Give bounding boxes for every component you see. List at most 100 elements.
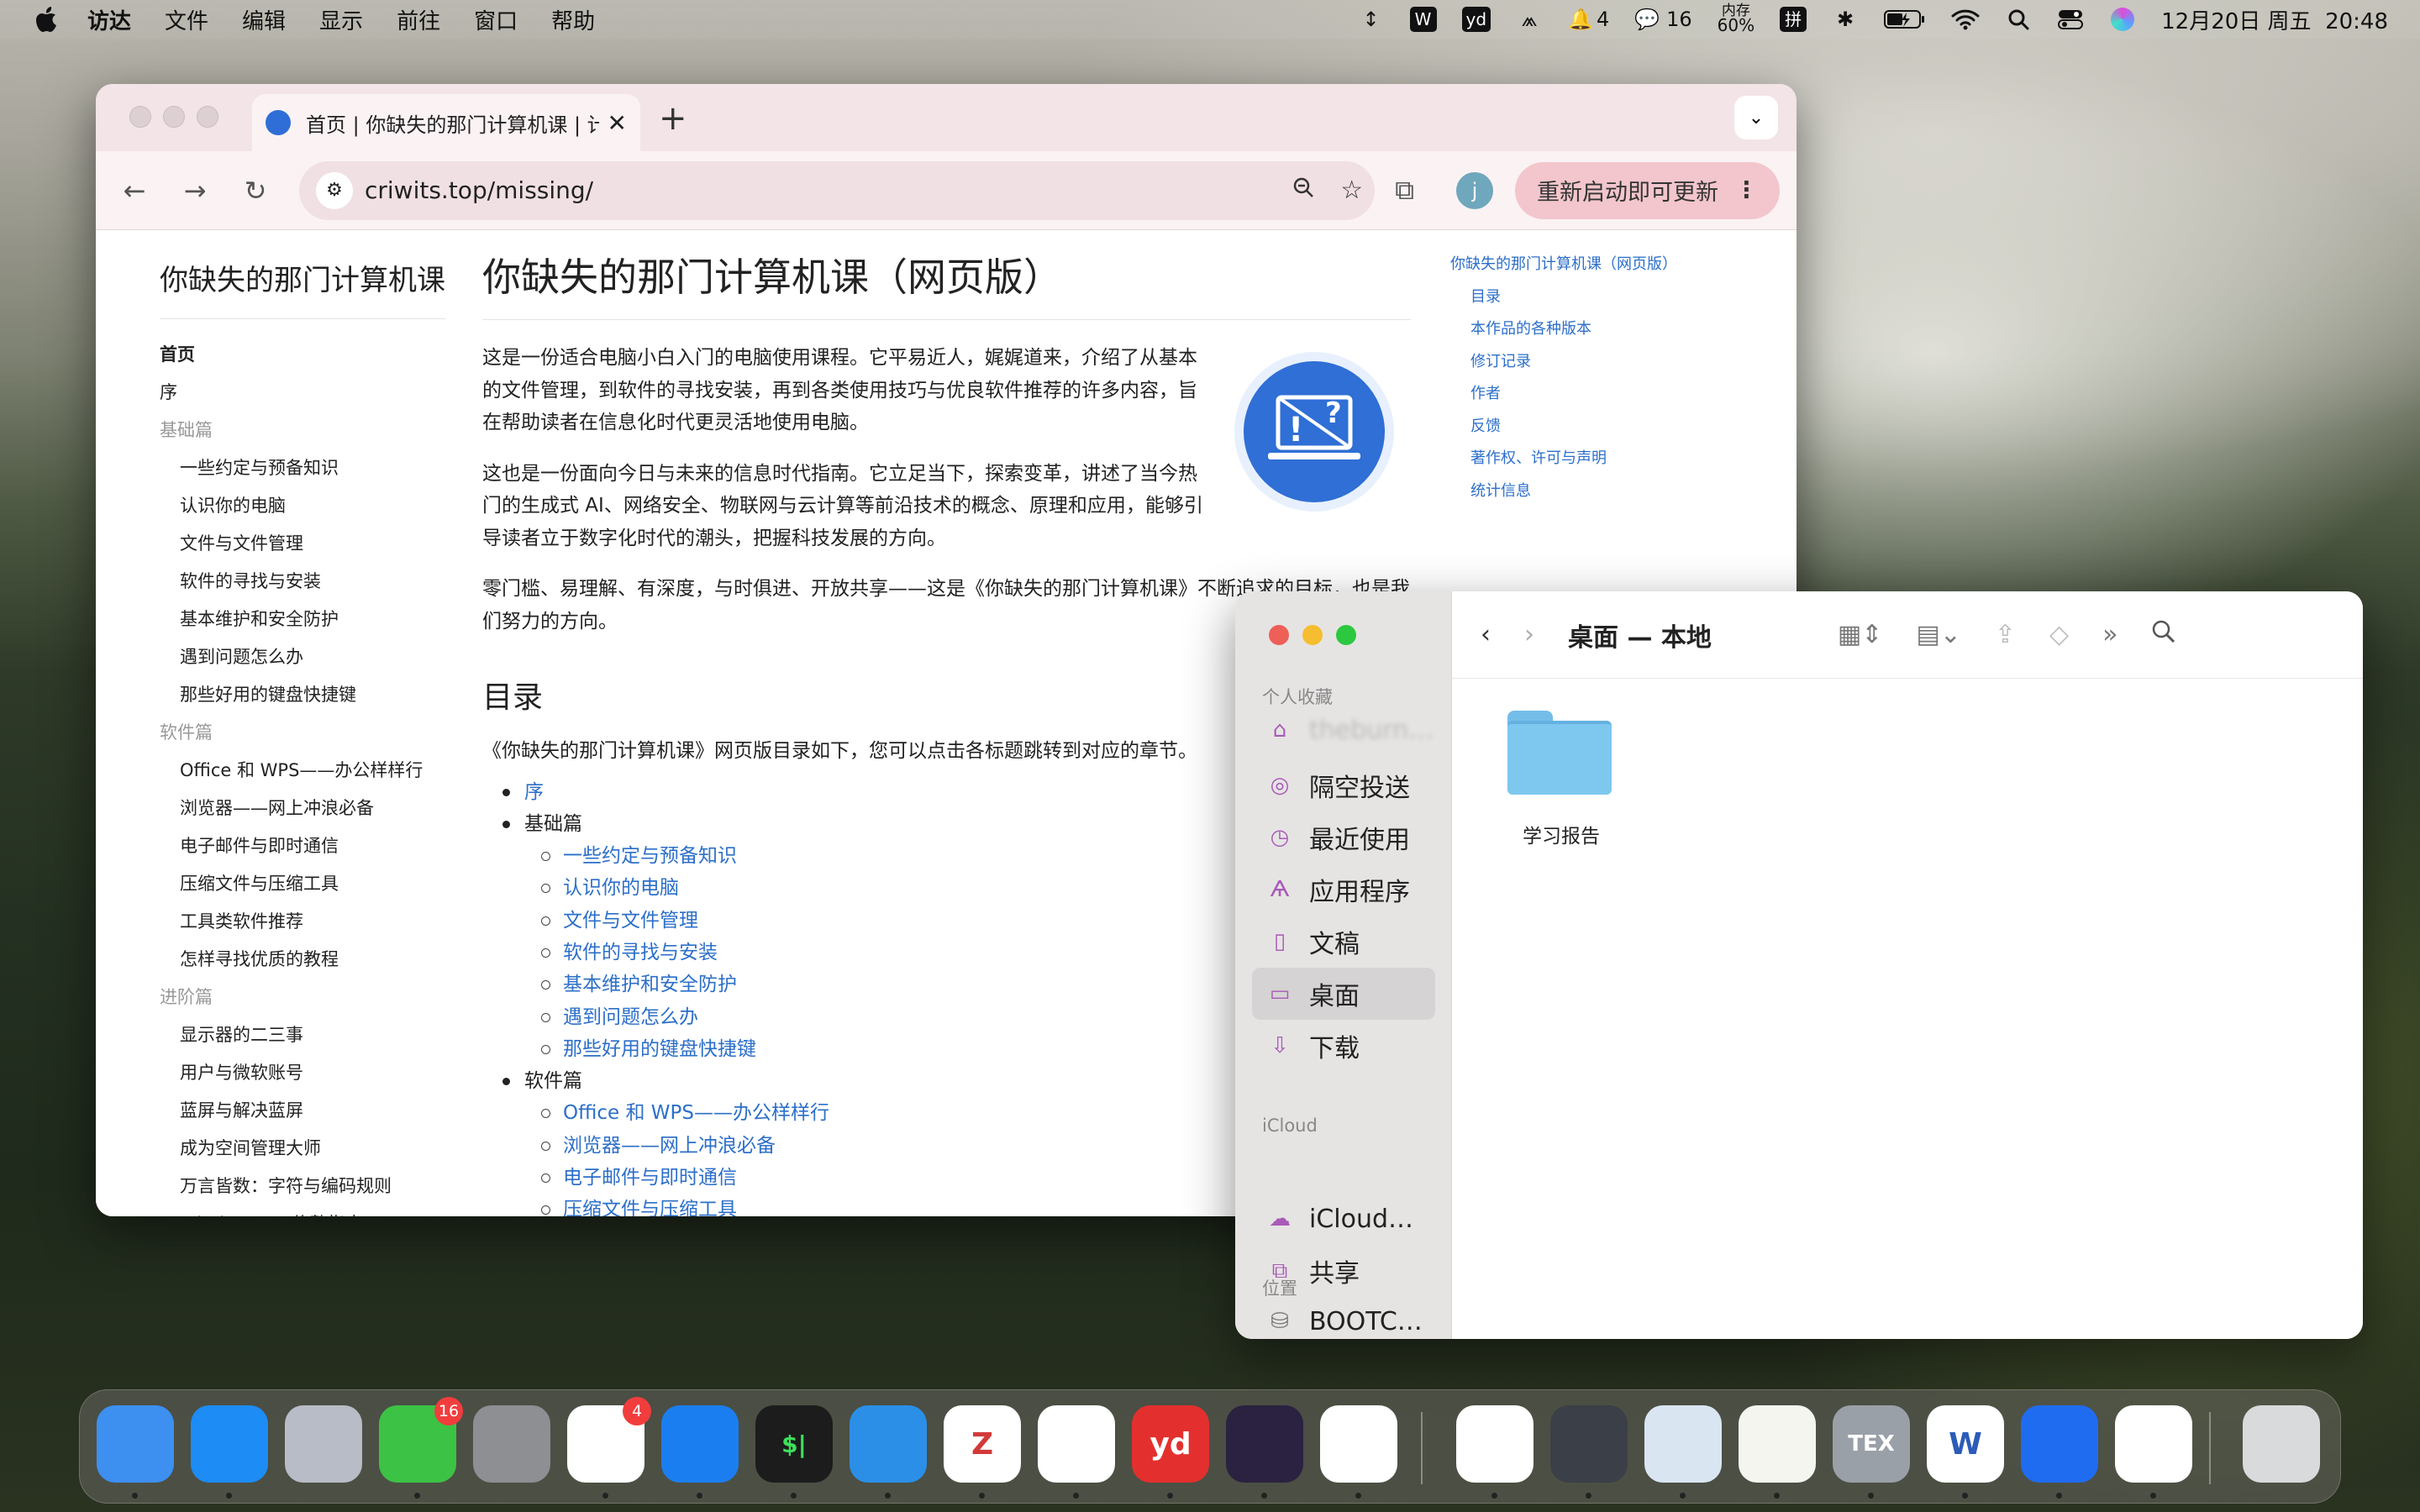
menu-view[interactable]: 显示: [319, 4, 363, 35]
sidebar-item[interactable]: 工具类软件推荐: [160, 903, 445, 941]
wechat-icon[interactable]: 16: [379, 1397, 463, 1483]
vscode-icon[interactable]: [1038, 1405, 1115, 1483]
outline-link[interactable]: 作者: [1450, 378, 1728, 411]
sidebar-item[interactable]: 压缩文件与压缩工具: [160, 865, 445, 903]
sidebar-item[interactable]: Windows 11 修整指南: [160, 1205, 445, 1216]
wifi-icon[interactable]: [1951, 6, 1980, 33]
outline-link[interactable]: 反馈: [1450, 411, 1728, 444]
qq-icon[interactable]: 4: [567, 1397, 651, 1483]
sidebar-item[interactable]: 基本维护和安全防护: [160, 601, 445, 638]
finder-back-icon[interactable]: ‹: [1481, 620, 1491, 649]
preview-icon[interactable]: [1644, 1405, 1722, 1483]
finder-sidebar-item[interactable]: ◷ 最近使用: [1252, 811, 1435, 864]
url-text[interactable]: criwits.top/missing/: [365, 176, 1266, 204]
terminal-icon[interactable]: $|: [755, 1405, 833, 1483]
sidebar-item[interactable]: 遇到问题怎么办: [160, 638, 445, 676]
word-icon[interactable]: W: [1927, 1405, 2004, 1483]
finder-close-button[interactable]: [1269, 625, 1289, 645]
finder-sidebar-item[interactable]: Ѧ 应用程序: [1252, 864, 1435, 916]
address-bar[interactable]: ⚙ criwits.top/missing/ ☆: [299, 160, 1376, 220]
more-toolbar-icon[interactable]: »: [2102, 620, 2118, 649]
outline-link[interactable]: 著作权、许可与声明: [1450, 443, 1728, 475]
outline-link[interactable]: 你缺失的那门计算机课（网页版）: [1450, 249, 1728, 281]
textedit-icon[interactable]: [1739, 1405, 1816, 1483]
finder-sidebar-item[interactable]: ▭ 桌面: [1252, 968, 1435, 1020]
trash-icon[interactable]: [2243, 1405, 2320, 1483]
finder-sidebar-item[interactable]: ▯ 文稿: [1252, 916, 1435, 968]
new-tab-icon[interactable]: +: [659, 99, 687, 138]
group-icon[interactable]: ▤⌄: [1916, 620, 1960, 649]
transporter-icon[interactable]: [850, 1405, 927, 1483]
sidebar-item[interactable]: 浏览器——网上冲浪必备: [160, 790, 445, 827]
obsidian-icon[interactable]: [1226, 1405, 1303, 1483]
sidebar-item[interactable]: 电子邮件与即时通信: [160, 827, 445, 865]
sidebar-item[interactable]: 万言皆数：字符与编码规则: [160, 1168, 445, 1205]
sidebar-item[interactable]: 软件的寻找与安装: [160, 563, 445, 601]
zoom-window-button[interactable]: [197, 106, 218, 128]
finder-search-icon[interactable]: [2151, 619, 2176, 651]
sidebar-item[interactable]: 那些好用的键盘快捷键: [160, 676, 445, 714]
finder-minimize-button[interactable]: [1302, 625, 1323, 645]
youdao-status-icon[interactable]: yd: [1461, 7, 1491, 32]
siri-icon[interactable]: [2109, 6, 2136, 33]
finder-sidebar-item[interactable]: ⛁ BOOTC…: [1252, 1295, 1435, 1339]
sidebar-item[interactable]: 用户与微软账号: [160, 1054, 445, 1092]
update-button[interactable]: 重新启动即可更新 ⋮: [1515, 161, 1780, 219]
tex-icon[interactable]: TEX: [1833, 1405, 1910, 1483]
launchpad-icon[interactable]: [285, 1405, 362, 1483]
sidebar-item[interactable]: Office 和 WPS——办公样样行: [160, 752, 445, 790]
qq-status-icon[interactable]: 🔔 4: [1568, 6, 1609, 33]
minimize-window-button[interactable]: [163, 106, 185, 128]
feishu-icon[interactable]: [2021, 1405, 2098, 1483]
share-icon[interactable]: ⇪: [1995, 620, 2016, 649]
close-tab-icon[interactable]: ✕: [608, 109, 627, 137]
sidebar-item[interactable]: 文件与文件管理: [160, 525, 445, 563]
menu-file[interactable]: 文件: [165, 4, 208, 35]
site-info-icon[interactable]: ⚙: [316, 171, 353, 209]
zotero-icon[interactable]: Z: [944, 1405, 1021, 1483]
lark-icon[interactable]: [1456, 1405, 1534, 1483]
sidebar-item[interactable]: 首页: [160, 336, 445, 374]
menu-go[interactable]: 前往: [397, 4, 440, 35]
outline-link[interactable]: 本作品的各种版本: [1450, 313, 1728, 346]
chrome-icon[interactable]: [1320, 1405, 1397, 1483]
close-window-button[interactable]: [129, 106, 151, 128]
finder-zoom-button[interactable]: [1336, 625, 1356, 645]
sidebar-item[interactable]: 成为空间管理大师: [160, 1130, 445, 1168]
sidebar-item[interactable]: 认识你的电脑: [160, 487, 445, 525]
finder-sidebar-item[interactable]: ⌂ theburn…: [1252, 704, 1435, 756]
finder-sidebar-item[interactable]: ⇩ 下载: [1252, 1020, 1435, 1072]
wps-icon[interactable]: [2115, 1405, 2192, 1483]
control-center-icon[interactable]: [2057, 6, 2084, 33]
reload-icon[interactable]: ↻: [234, 169, 277, 213]
youdao-icon[interactable]: yd: [1132, 1405, 1209, 1483]
sidebar-item[interactable]: 序: [160, 374, 445, 412]
sidebar-item[interactable]: 显示器的二三事: [160, 1016, 445, 1054]
folder-icon[interactable]: [1507, 711, 1612, 795]
tab-search-icon[interactable]: ⌄: [1734, 96, 1778, 139]
input-method-icon[interactable]: 拼: [1780, 7, 1807, 32]
finder-sidebar-item[interactable]: ⧉ 共享: [1252, 1245, 1435, 1297]
quicktime-icon[interactable]: [1550, 1405, 1628, 1483]
more-menu-icon[interactable]: ⋮: [1735, 177, 1758, 203]
safari-icon[interactable]: [661, 1405, 739, 1483]
finder-forward-icon[interactable]: ›: [1524, 620, 1534, 649]
finder-sidebar-item[interactable]: ☁ iCloud…: [1252, 1193, 1435, 1245]
finder-icon[interactable]: [97, 1405, 174, 1483]
sidebar-item[interactable]: 蓝屏与解决蓝屏: [160, 1092, 445, 1130]
tag-icon[interactable]: ◇: [2049, 620, 2069, 649]
profile-avatar[interactable]: j: [1456, 171, 1493, 209]
system-settings-icon[interactable]: [473, 1405, 550, 1483]
menu-edit[interactable]: 编辑: [242, 4, 286, 35]
extensions-icon[interactable]: ⧉: [1395, 174, 1414, 207]
folder-label[interactable]: 学习报告: [1486, 820, 1637, 848]
feishu-status-icon[interactable]: ⩕: [1516, 6, 1543, 33]
sidebar-item[interactable]: 一些约定与预备知识: [160, 449, 445, 487]
view-mode-icon[interactable]: ▦⇕: [1838, 620, 1882, 649]
sidebar-item[interactable]: 怎样寻找优质的教程: [160, 941, 445, 979]
apple-menu-icon[interactable]: [34, 5, 59, 34]
bookmark-star-icon[interactable]: ☆: [1340, 176, 1363, 205]
menu-window[interactable]: 窗口: [474, 4, 518, 35]
outline-link[interactable]: 统计信息: [1450, 475, 1728, 508]
battery-icon[interactable]: [1884, 6, 1926, 33]
